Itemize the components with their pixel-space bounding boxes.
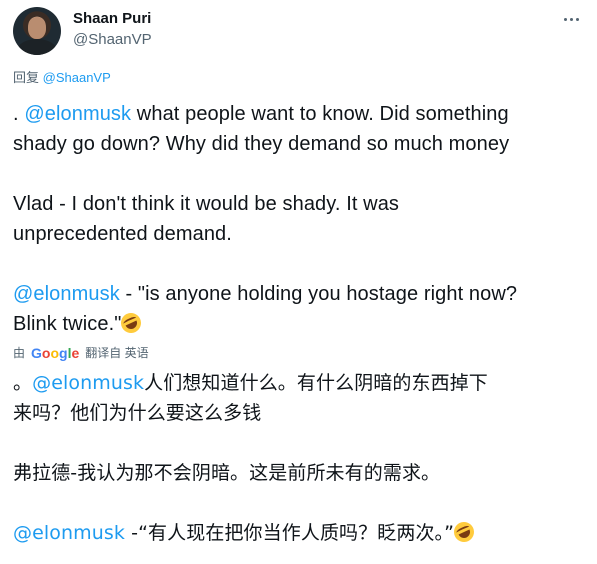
mention-link[interactable]: @elonmusk xyxy=(32,372,144,394)
original-line-6: Blink twice." xyxy=(13,309,145,339)
translated-text: -“有人现在把你当作人质吗？眨两次。” xyxy=(125,522,455,544)
author-name[interactable]: Shaan Puri xyxy=(73,10,151,28)
replying-to: 回复 @ShaanVP xyxy=(13,70,111,86)
mention-link[interactable]: @elonmusk xyxy=(13,283,120,305)
translated-by-label: 由 xyxy=(13,346,26,360)
rolling-laughing-emoji-icon xyxy=(118,309,145,337)
author-avatar[interactable] xyxy=(13,7,61,55)
original-text: what people want to know. Did something xyxy=(131,103,509,125)
tweet: Shaan Puri @ShaanVP 回复 @ShaanVP . @elonm… xyxy=(0,0,597,564)
reply-prefix: 回复 xyxy=(13,70,40,85)
avatar-body xyxy=(17,39,57,55)
original-line-1: . @elonmusk what people want to know. Di… xyxy=(13,99,509,129)
translated-line-3: 弗拉德-我认为那不会阴暗。这是前所未有的需求。 xyxy=(13,462,441,484)
translation-attribution: 由 Google 翻译自 英语 xyxy=(13,345,149,361)
translated-lead: 。 xyxy=(13,372,33,394)
original-text: - "is anyone holding you hostage right n… xyxy=(119,283,518,305)
translated-from-label: 翻译自 英语 xyxy=(85,346,149,360)
original-line-4: unprecedented demand. xyxy=(13,223,232,245)
avatar-face xyxy=(28,17,46,39)
original-line-2: shady go down? Why did they demand so mu… xyxy=(13,133,510,155)
rolling-laughing-emoji-icon xyxy=(450,518,478,546)
translated-line-2: 来吗？他们为什么要这么多钱 xyxy=(13,402,262,424)
original-lead: . xyxy=(13,103,25,125)
original-text: Blink twice." xyxy=(13,313,122,335)
original-line-5: @elonmusk - "is anyone holding you hosta… xyxy=(13,279,517,309)
mention-link[interactable]: @elonmusk xyxy=(13,522,125,544)
google-logo-icon: Google xyxy=(31,345,80,361)
translated-line-1: 。@elonmusk人们想知道什么。有什么阴暗的东西掉下 xyxy=(13,368,488,398)
translated-text: 人们想知道什么。有什么阴暗的东西掉下 xyxy=(144,372,488,394)
translated-line-4: @elonmusk -“有人现在把你当作人质吗？眨两次。” xyxy=(13,518,478,548)
reply-handle-link[interactable]: @ShaanVP xyxy=(43,70,111,85)
original-line-3: Vlad - I don't think it would be shady. … xyxy=(13,193,400,215)
mention-link[interactable]: @elonmusk xyxy=(24,103,131,125)
author-handle[interactable]: @ShaanVP xyxy=(73,31,152,49)
more-options-icon[interactable] xyxy=(560,12,582,26)
